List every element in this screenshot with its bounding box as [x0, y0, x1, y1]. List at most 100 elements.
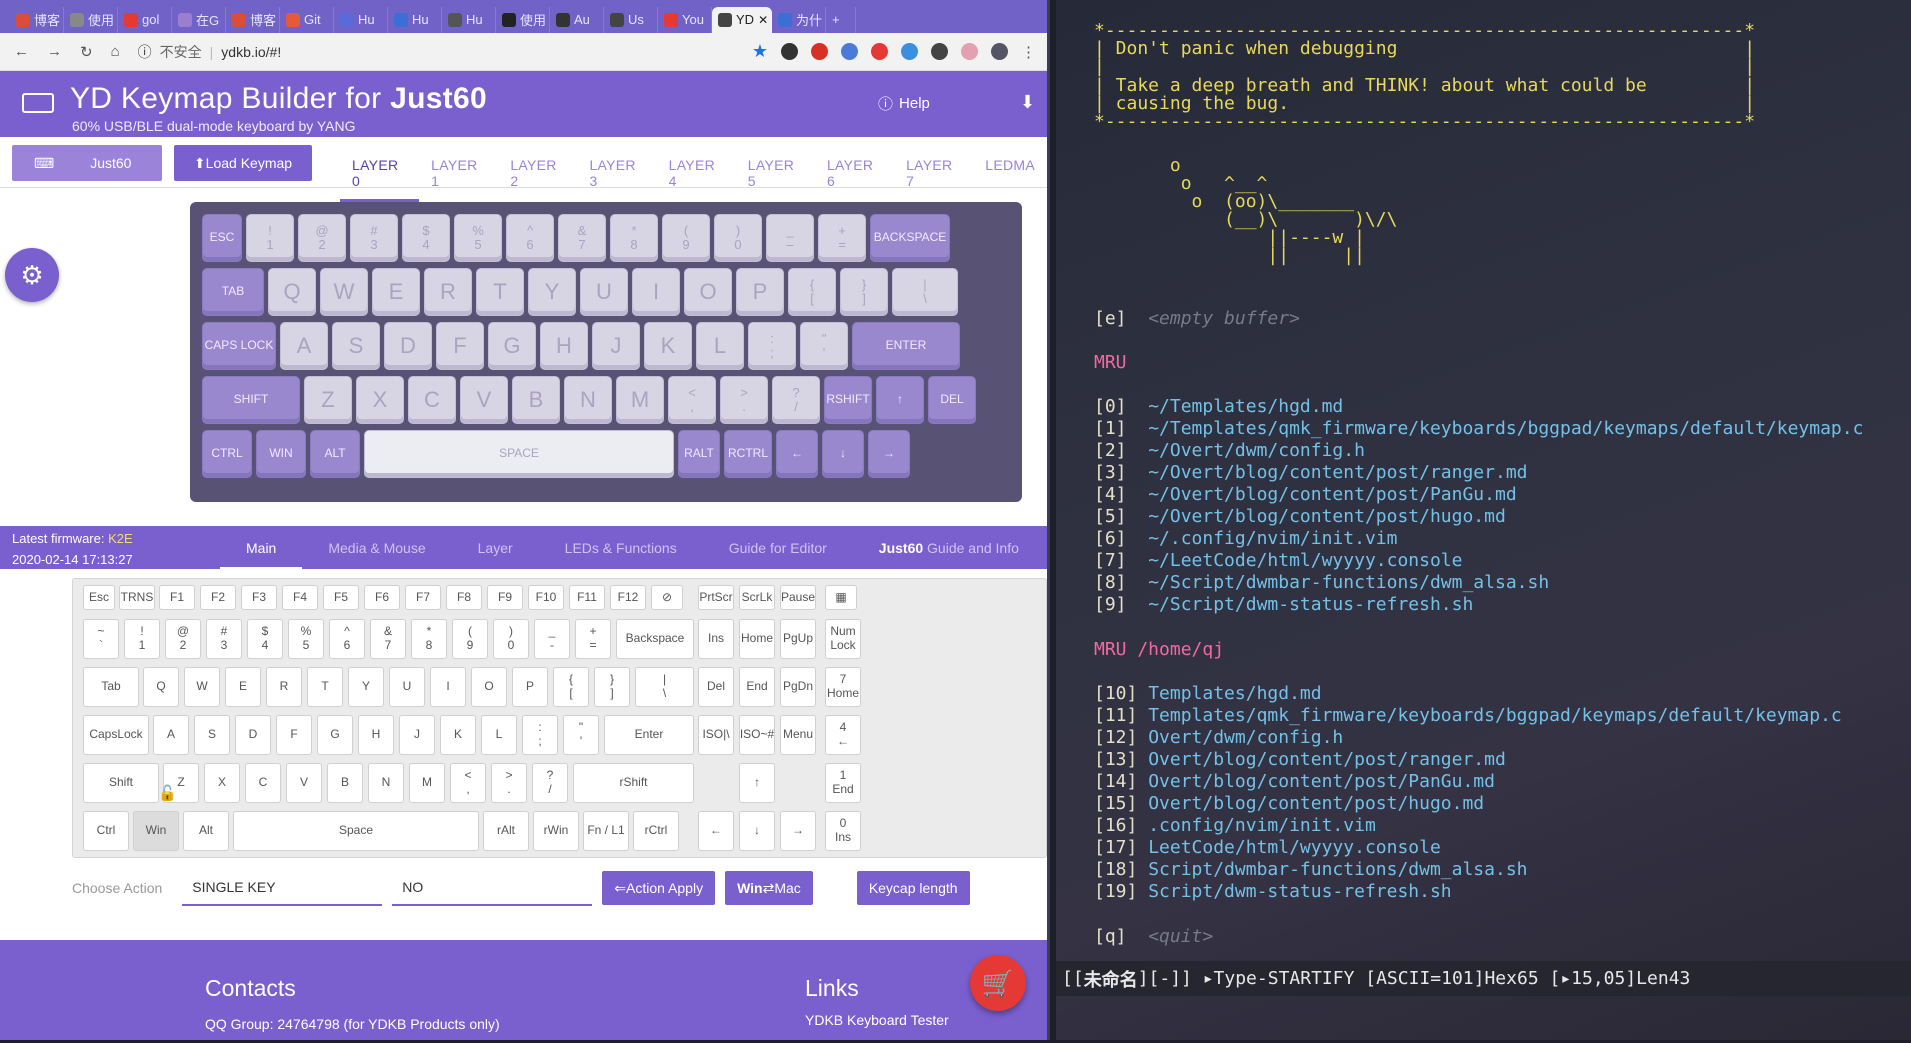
palette-key[interactable]: CapsLock [83, 715, 149, 755]
board-key[interactable]: & 7 [558, 214, 606, 262]
palette-key[interactable]: J [399, 715, 435, 755]
palette-key[interactable]: F6 [364, 585, 400, 610]
palette-key[interactable]: L [481, 715, 517, 755]
palette-key[interactable]: ▦ [825, 585, 857, 610]
browser-tab[interactable]: YD ✕ [712, 6, 772, 33]
palette-key[interactable]: ↓ [739, 811, 775, 851]
extension-icon[interactable] [961, 43, 978, 60]
board-key[interactable]: RALT [678, 430, 720, 478]
palette-key[interactable]: $4 [247, 619, 283, 659]
download-icon[interactable]: ⬇ [1020, 92, 1035, 113]
mru-entry[interactable]: [8] ~/Script/dwmbar-functions/dwm_alsa.s… [1094, 572, 1549, 594]
palette-key[interactable]: Tab [83, 667, 139, 707]
board-key[interactable]: {[ [788, 268, 836, 316]
palette-key[interactable]: H [358, 715, 394, 755]
palette-key[interactable]: F8 [446, 585, 482, 610]
mru-entry[interactable]: [3] ~/Overt/blog/content/post/ranger.md [1094, 462, 1528, 484]
bookmark-star-icon[interactable]: ★ [752, 41, 768, 62]
board-key[interactable]: ALT [310, 430, 360, 478]
mru-entry[interactable]: [12] Overt/dwm/config.h [1094, 727, 1343, 749]
tab-category[interactable]: LEDs & Functions [539, 530, 703, 570]
board-key[interactable]: ← [776, 430, 818, 478]
palette-key[interactable]: :; [522, 715, 558, 755]
board-key[interactable]: ? / [772, 376, 820, 424]
settings-gear-button[interactable]: ⚙ [5, 248, 59, 302]
board-key[interactable]: >. [720, 376, 768, 424]
tab-category[interactable]: Layer [452, 530, 539, 570]
palette-key[interactable]: ISO|\ [698, 715, 734, 755]
board-key[interactable]: J [592, 322, 640, 370]
board-key[interactable]: Y [528, 268, 576, 316]
mru-entry[interactable]: [11] Templates/qmk_firmware/keyboards/bg… [1094, 705, 1842, 727]
board-key[interactable]: B [512, 376, 560, 424]
palette-key[interactable]: A [153, 715, 189, 755]
palette-key[interactable]: G [317, 715, 353, 755]
mru-entry[interactable]: [5] ~/Overt/blog/content/post/hugo.md [1094, 506, 1506, 528]
palette-key[interactable]: <, [450, 763, 486, 803]
board-key[interactable]: W [320, 268, 368, 316]
board-key[interactable]: → [868, 430, 910, 478]
board-key[interactable]: T [476, 268, 524, 316]
palette-key[interactable]: * 8 [411, 619, 447, 659]
palette-key[interactable]: ! 1 [124, 619, 160, 659]
palette-key[interactable]: ISO~# [739, 715, 775, 755]
palette-key[interactable]: Backspace [616, 619, 694, 659]
keyboard-select[interactable]: ⌨ Just60 [12, 145, 162, 181]
palette-key[interactable]: S [194, 715, 230, 755]
board-key[interactable]: | \ [892, 268, 958, 316]
action-type-select[interactable]: SINGLE KEY [182, 870, 383, 906]
palette-key[interactable]: + = [575, 619, 611, 659]
menu-dots-icon[interactable]: ⋮ [1021, 43, 1036, 61]
close-icon[interactable]: ✕ [758, 13, 768, 27]
new-tab-icon[interactable]: + [826, 6, 856, 33]
palette-key[interactable]: ) 0 [493, 619, 529, 659]
info-icon[interactable]: ⓘ [138, 42, 152, 62]
tab-category[interactable]: Just60 Guide and Info [853, 530, 1045, 570]
palette-key[interactable]: ^ 6 [329, 619, 365, 659]
palette-key[interactable]: D [235, 715, 271, 755]
palette-key[interactable]: Enter [604, 715, 694, 755]
palette-key[interactable]: F10 [528, 585, 564, 610]
board-key[interactable]: CTRL [202, 430, 252, 478]
board-key[interactable]: F [436, 322, 484, 370]
palette-key[interactable]: V [286, 763, 322, 803]
board-key[interactable]: C [408, 376, 456, 424]
palette-key[interactable]: TRNS [119, 585, 155, 610]
palette-key[interactable]: Menu [780, 715, 816, 755]
board-key[interactable]: M [616, 376, 664, 424]
palette-key[interactable]: (9 [452, 619, 488, 659]
palette-key[interactable]: ⊘ [651, 585, 683, 610]
board-key[interactable]: (9 [662, 214, 710, 262]
mru-entry[interactable]: [9] ~/Script/dwm-status-refresh.sh [1094, 594, 1473, 616]
board-key[interactable]: P [736, 268, 784, 316]
palette-key[interactable]: C [245, 763, 281, 803]
palette-key[interactable]: }] [594, 667, 630, 707]
browser-tab[interactable]: 在G [172, 6, 226, 33]
board-key[interactable]: WIN [256, 430, 306, 478]
browser-tab[interactable]: Hu [442, 6, 496, 33]
palette-key[interactable]: >. [491, 763, 527, 803]
palette-key[interactable]: R [266, 667, 302, 707]
palette-key[interactable]: P [512, 667, 548, 707]
browser-tab[interactable]: Au [550, 6, 604, 33]
palette-key[interactable]: F [276, 715, 312, 755]
palette-key[interactable]: O [471, 667, 507, 707]
mru-entry[interactable]: [14] Overt/blog/content/post/PanGu.md [1094, 771, 1495, 793]
browser-tab[interactable]: 为什 [772, 6, 826, 33]
board-key[interactable]: SPACE [364, 430, 674, 478]
board-key[interactable]: :; [748, 322, 796, 370]
mru-entry[interactable]: [18] Script/dwmbar-functions/dwm_alsa.sh [1094, 859, 1528, 881]
board-key[interactable]: RSHIFT [824, 376, 872, 424]
tab-layer[interactable]: LAYER 3 [577, 145, 656, 202]
tab-layer[interactable]: LAYER 4 [657, 145, 736, 202]
forward-icon[interactable]: → [47, 43, 62, 60]
board-key[interactable]: A [280, 322, 328, 370]
board-key[interactable]: SHIFT [202, 376, 300, 424]
mru-entry[interactable]: [2] ~/Overt/dwm/config.h [1094, 440, 1365, 462]
palette-key[interactable]: I [430, 667, 466, 707]
palette-key[interactable]: End [739, 667, 775, 707]
board-key[interactable]: RCTRL [724, 430, 772, 478]
palette-key[interactable]: F7 [405, 585, 441, 610]
palette-key[interactable]: F3 [241, 585, 277, 610]
omnibox[interactable]: ⓘ 不安全 | ydkb.io/#! [138, 42, 734, 62]
